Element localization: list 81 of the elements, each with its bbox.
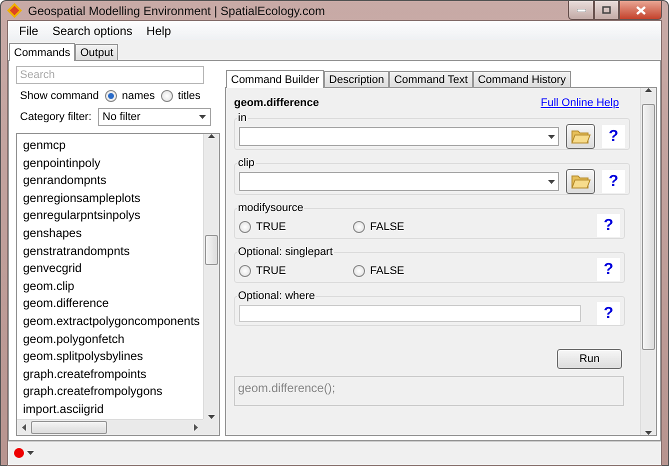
tab[interactable]: Command History	[472, 71, 571, 87]
command-item[interactable]: genrandompnts	[23, 172, 203, 190]
folder-icon	[570, 129, 590, 144]
radio-option[interactable]: names	[104, 90, 155, 102]
tab[interactable]: Commands	[9, 43, 76, 61]
radio-option[interactable]: TRUE	[239, 264, 286, 276]
scroll-down-icon	[645, 430, 652, 434]
where-field[interactable]	[239, 305, 581, 322]
command-text: geom.difference();	[234, 376, 624, 406]
group-label: Optional: singlepart	[237, 246, 334, 258]
search-field[interactable]: Search	[16, 66, 204, 84]
record-icon[interactable]	[14, 448, 24, 458]
radio-option[interactable]: FALSE	[353, 220, 404, 232]
help-link[interactable]: Full Online Help	[540, 97, 619, 109]
app-logo-icon	[7, 3, 22, 18]
caret-icon	[198, 115, 206, 119]
tab[interactable]: Command Text	[389, 71, 473, 87]
command-title: geom.difference	[234, 97, 319, 109]
radio-option[interactable]: TRUE	[239, 220, 286, 232]
command-item[interactable]: geom.clip	[23, 278, 203, 296]
scroll-left-icon[interactable]	[22, 424, 26, 430]
radio-option[interactable]: titles	[160, 90, 201, 102]
run-button[interactable]: Run	[557, 349, 622, 369]
command-item[interactable]: geom.difference	[23, 295, 203, 313]
tab[interactable]: Command Builder	[226, 70, 324, 88]
help-button[interactable]: ?	[597, 214, 620, 237]
command-item[interactable]: geom.splitpolysbylines	[23, 348, 203, 366]
radio-option[interactable]: FALSE	[353, 264, 404, 276]
command-item[interactable]: graph.createfrompolygons	[23, 383, 203, 401]
help-button[interactable]: ?	[597, 302, 620, 325]
close-icon	[636, 6, 646, 14]
help-button[interactable]: ?	[602, 125, 625, 148]
close-button[interactable]	[619, 1, 662, 20]
command-item[interactable]: genvecgrid	[23, 260, 203, 278]
caret-icon	[548, 134, 555, 138]
minimize-button[interactable]	[568, 1, 594, 20]
maximize-icon	[602, 6, 611, 14]
scroll-up-icon	[645, 88, 652, 92]
browse-button[interactable]	[566, 124, 595, 149]
scrollbar-corner	[203, 418, 219, 434]
menu-item[interactable]: File	[12, 24, 46, 38]
scroll-up-icon	[208, 134, 215, 138]
scrollbar[interactable]	[17, 418, 203, 434]
command-item[interactable]: genregularpntsinpolys	[23, 207, 203, 225]
help-button[interactable]: ?	[597, 258, 620, 281]
command-item[interactable]: genpointinpoly	[23, 154, 203, 172]
group-label: in	[237, 112, 248, 124]
command-item[interactable]: genshapes	[23, 224, 203, 243]
group-label: Optional: where	[237, 290, 316, 302]
layer-dropdown[interactable]	[239, 172, 559, 191]
browse-button[interactable]	[566, 169, 595, 194]
tab[interactable]: Output	[75, 44, 118, 60]
window-title: Geospatial Modelling Environment | SpatialEcology.com	[28, 4, 326, 18]
scroll-right-icon[interactable]	[194, 424, 198, 430]
group-label: clip	[237, 157, 256, 169]
scrollbar[interactable]	[640, 88, 656, 434]
scrollbar[interactable]	[203, 134, 219, 418]
category-filter-label: Category filter:	[20, 111, 92, 123]
scroll-thumb[interactable]	[31, 420, 107, 434]
maximize-button[interactable]	[594, 1, 619, 20]
tab[interactable]: Description	[324, 71, 390, 87]
command-item[interactable]: geom.polygonfetch	[23, 330, 203, 348]
caret-icon	[548, 180, 555, 184]
folder-icon	[570, 174, 590, 189]
command-item[interactable]: graph.createfrompoints	[23, 366, 203, 384]
command-item[interactable]: genstratrandompnts	[23, 242, 203, 260]
command-item[interactable]: geom.extractpolygoncomponents	[23, 312, 203, 331]
command-item[interactable]: genmcp	[23, 137, 203, 155]
menu-item[interactable]: Help	[139, 24, 178, 38]
category-dropdown[interactable]: No filter	[98, 108, 211, 126]
menu-item[interactable]: Search options	[45, 24, 140, 38]
caret-icon	[27, 451, 34, 455]
show-command-label: Show command	[20, 90, 99, 102]
command-item[interactable]: import.asciigrid	[23, 400, 203, 418]
layer-dropdown[interactable]	[239, 127, 559, 146]
help-button[interactable]: ?	[602, 170, 625, 193]
scroll-thumb[interactable]	[205, 235, 218, 265]
minimize-icon	[576, 8, 586, 12]
command-item[interactable]: genregionsampleplots	[23, 190, 203, 208]
scroll-thumb[interactable]	[642, 104, 655, 350]
group-label: modifysource	[237, 202, 304, 214]
